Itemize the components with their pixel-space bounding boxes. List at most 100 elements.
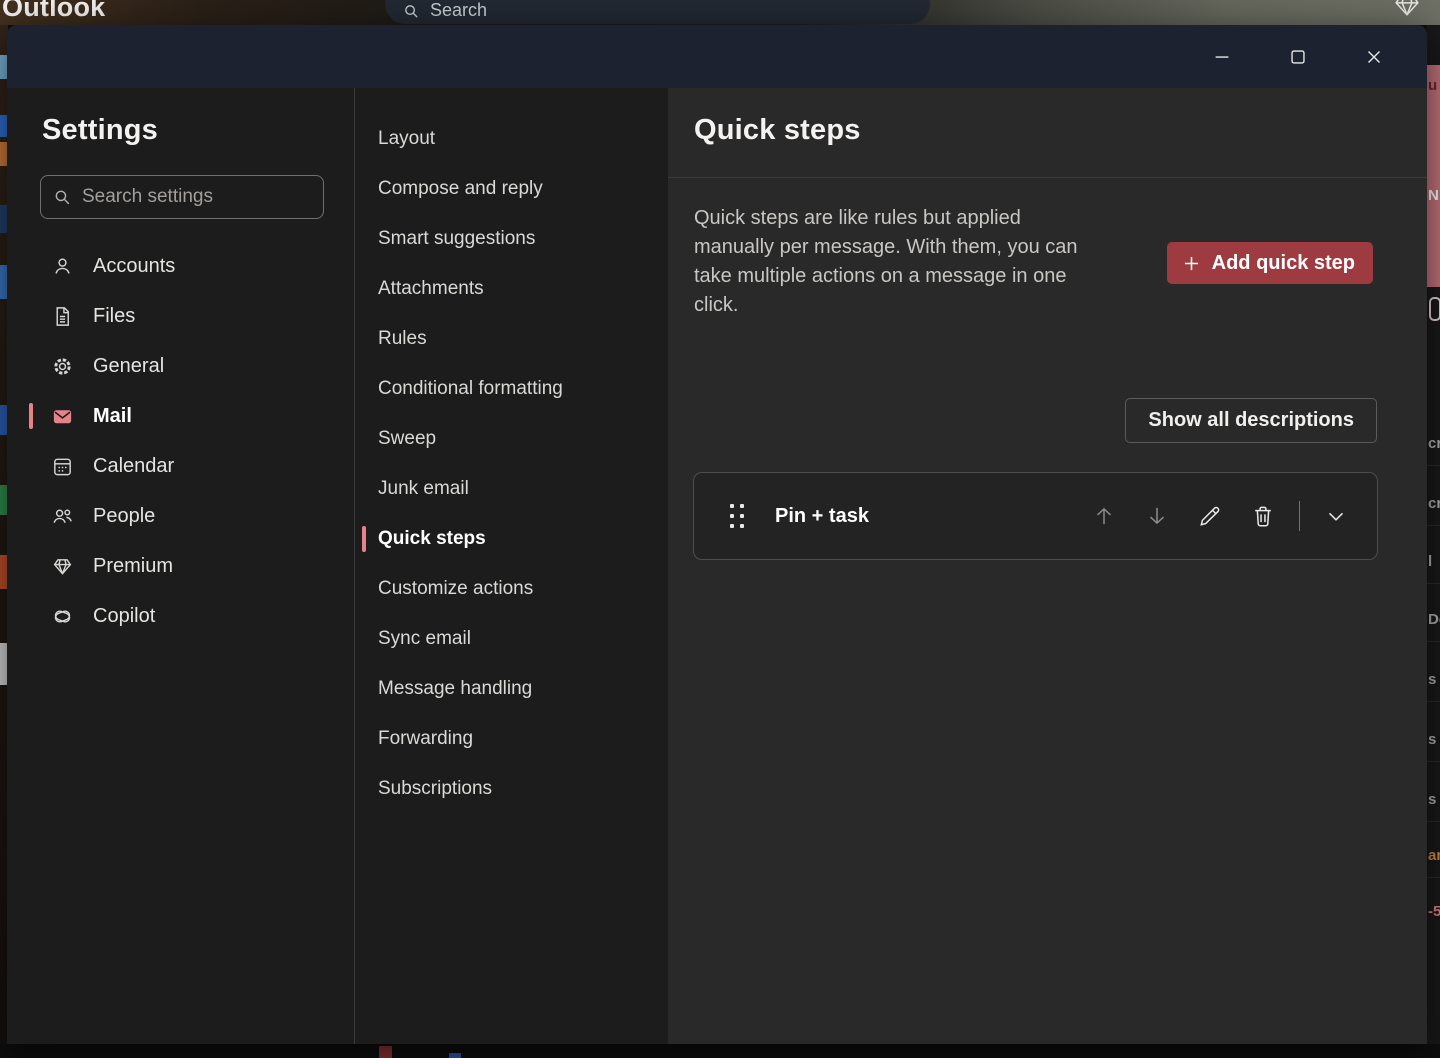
background-bottom-strip (0, 1044, 1440, 1058)
diamond-icon (51, 555, 74, 578)
sidebar-item-label: Files (93, 305, 135, 328)
category-quick-steps[interactable]: Quick steps (355, 514, 668, 564)
plus-icon (1181, 253, 1202, 274)
arrow-down-icon (1144, 503, 1170, 529)
outlook-app-title: Outlook (2, 0, 105, 23)
move-up-button[interactable] (1087, 499, 1121, 533)
sidebar-item-accounts[interactable]: Accounts (7, 241, 354, 291)
bg-outline-chip (1429, 297, 1440, 321)
settings-dialog: Settings Accounts Files General (7, 25, 1427, 1044)
show-all-descriptions-button[interactable]: Show all descriptions (1125, 398, 1377, 443)
settings-search-box[interactable] (40, 175, 324, 219)
bg-blue-icon-sliver (449, 1053, 461, 1058)
category-sync-email[interactable]: Sync email (355, 614, 668, 664)
settings-search-input[interactable] (82, 186, 311, 208)
bg-text-fragment: u (1428, 77, 1437, 94)
background-search-bar[interactable]: Search (385, 0, 930, 24)
category-message-handling[interactable]: Message handling (355, 664, 668, 714)
category-forwarding[interactable]: Forwarding (355, 714, 668, 764)
quick-steps-panel: Quick steps Quick steps are like rules b… (668, 88, 1427, 1044)
minimize-icon (1211, 46, 1233, 68)
mail-settings-categories: Layout Compose and reply Smart suggestio… (355, 88, 668, 1044)
sidebar-item-files[interactable]: Files (7, 291, 354, 341)
delete-button[interactable] (1246, 499, 1280, 533)
selected-indicator (362, 526, 366, 552)
trash-icon (1250, 503, 1276, 529)
category-rules[interactable]: Rules (355, 314, 668, 364)
chevron-down-icon (1323, 503, 1349, 529)
bg-text-fragment: N (1428, 187, 1439, 204)
category-label: Layout (378, 128, 435, 150)
maximize-button[interactable] (1275, 37, 1321, 77)
sidebar-item-people[interactable]: People (7, 491, 354, 541)
quick-step-row: Pin + task (693, 472, 1378, 560)
category-customize-actions[interactable]: Customize actions (355, 564, 668, 614)
category-attachments[interactable]: Attachments (355, 264, 668, 314)
category-label: Attachments (378, 278, 484, 300)
category-label: Smart suggestions (378, 228, 535, 250)
move-down-button[interactable] (1140, 499, 1174, 533)
panel-title: Quick steps (694, 114, 1427, 147)
minimize-button[interactable] (1199, 37, 1245, 77)
category-label: Junk email (378, 478, 469, 500)
document-icon (51, 305, 74, 328)
bg-text-fragment: s (1428, 671, 1436, 688)
divider (1299, 501, 1300, 531)
search-icon (403, 3, 420, 20)
category-label: Forwarding (378, 728, 473, 750)
category-label: Customize actions (378, 578, 533, 600)
category-conditional-formatting[interactable]: Conditional formatting (355, 364, 668, 414)
category-label: Sync email (378, 628, 471, 650)
background-banner: u N (1427, 65, 1440, 287)
sidebar-item-label: Calendar (93, 455, 174, 478)
expand-button[interactable] (1319, 499, 1353, 533)
sidebar-item-label: Premium (93, 555, 173, 578)
drag-handle-icon[interactable] (730, 504, 744, 528)
sidebar-item-label: Copilot (93, 605, 155, 628)
category-label: Message handling (378, 678, 532, 700)
bg-text-fragment: l (1428, 553, 1432, 570)
category-sweep[interactable]: Sweep (355, 414, 668, 464)
sidebar-item-calendar[interactable]: Calendar (7, 441, 354, 491)
category-subscriptions[interactable]: Subscriptions (355, 764, 668, 814)
selected-indicator (29, 403, 33, 429)
mail-icon (51, 405, 74, 428)
pencil-icon (1197, 503, 1223, 529)
category-junk-email[interactable]: Junk email (355, 464, 668, 514)
category-layout[interactable]: Layout (355, 114, 668, 164)
bg-text-fragment: s (1428, 791, 1436, 808)
sidebar-item-label: People (93, 505, 155, 528)
add-quick-step-button[interactable]: Add quick step (1167, 242, 1373, 284)
background-search-label: Search (430, 0, 487, 21)
copilot-icon (51, 605, 74, 628)
panel-header: Quick steps (668, 88, 1427, 178)
bg-text-fragment: -5 (1428, 903, 1440, 920)
category-label: Compose and reply (378, 178, 543, 200)
background-app-topbar: Outlook Search (0, 0, 1440, 25)
sidebar-item-copilot[interactable]: Copilot (7, 591, 354, 641)
add-quick-step-label: Add quick step (1212, 252, 1355, 275)
bg-text-fragment: De (1428, 611, 1440, 628)
sidebar-item-general[interactable]: General (7, 341, 354, 391)
category-label: Rules (378, 328, 427, 350)
quick-steps-description: Quick steps are like rules but applied m… (694, 204, 1099, 320)
category-label: Quick steps (378, 528, 486, 550)
sidebar-item-mail[interactable]: Mail (7, 391, 354, 441)
search-icon (53, 188, 72, 207)
sidebar-item-label: Mail (93, 405, 132, 428)
arrow-up-icon (1091, 503, 1117, 529)
sidebar-item-premium[interactable]: Premium (7, 541, 354, 591)
category-label: Subscriptions (378, 778, 492, 800)
bg-text-fragment: an (1428, 847, 1440, 864)
sidebar-item-label: General (93, 355, 164, 378)
category-smart-suggestions[interactable]: Smart suggestions (355, 214, 668, 264)
close-button[interactable] (1351, 37, 1397, 77)
maximize-icon (1287, 46, 1309, 68)
quick-step-name: Pin + task (775, 505, 1068, 528)
people-icon (51, 505, 74, 528)
edit-button[interactable] (1193, 499, 1227, 533)
dialog-titlebar (7, 25, 1427, 88)
gear-icon (51, 355, 74, 378)
bg-text-fragment: s (1428, 731, 1436, 748)
category-compose-and-reply[interactable]: Compose and reply (355, 164, 668, 214)
